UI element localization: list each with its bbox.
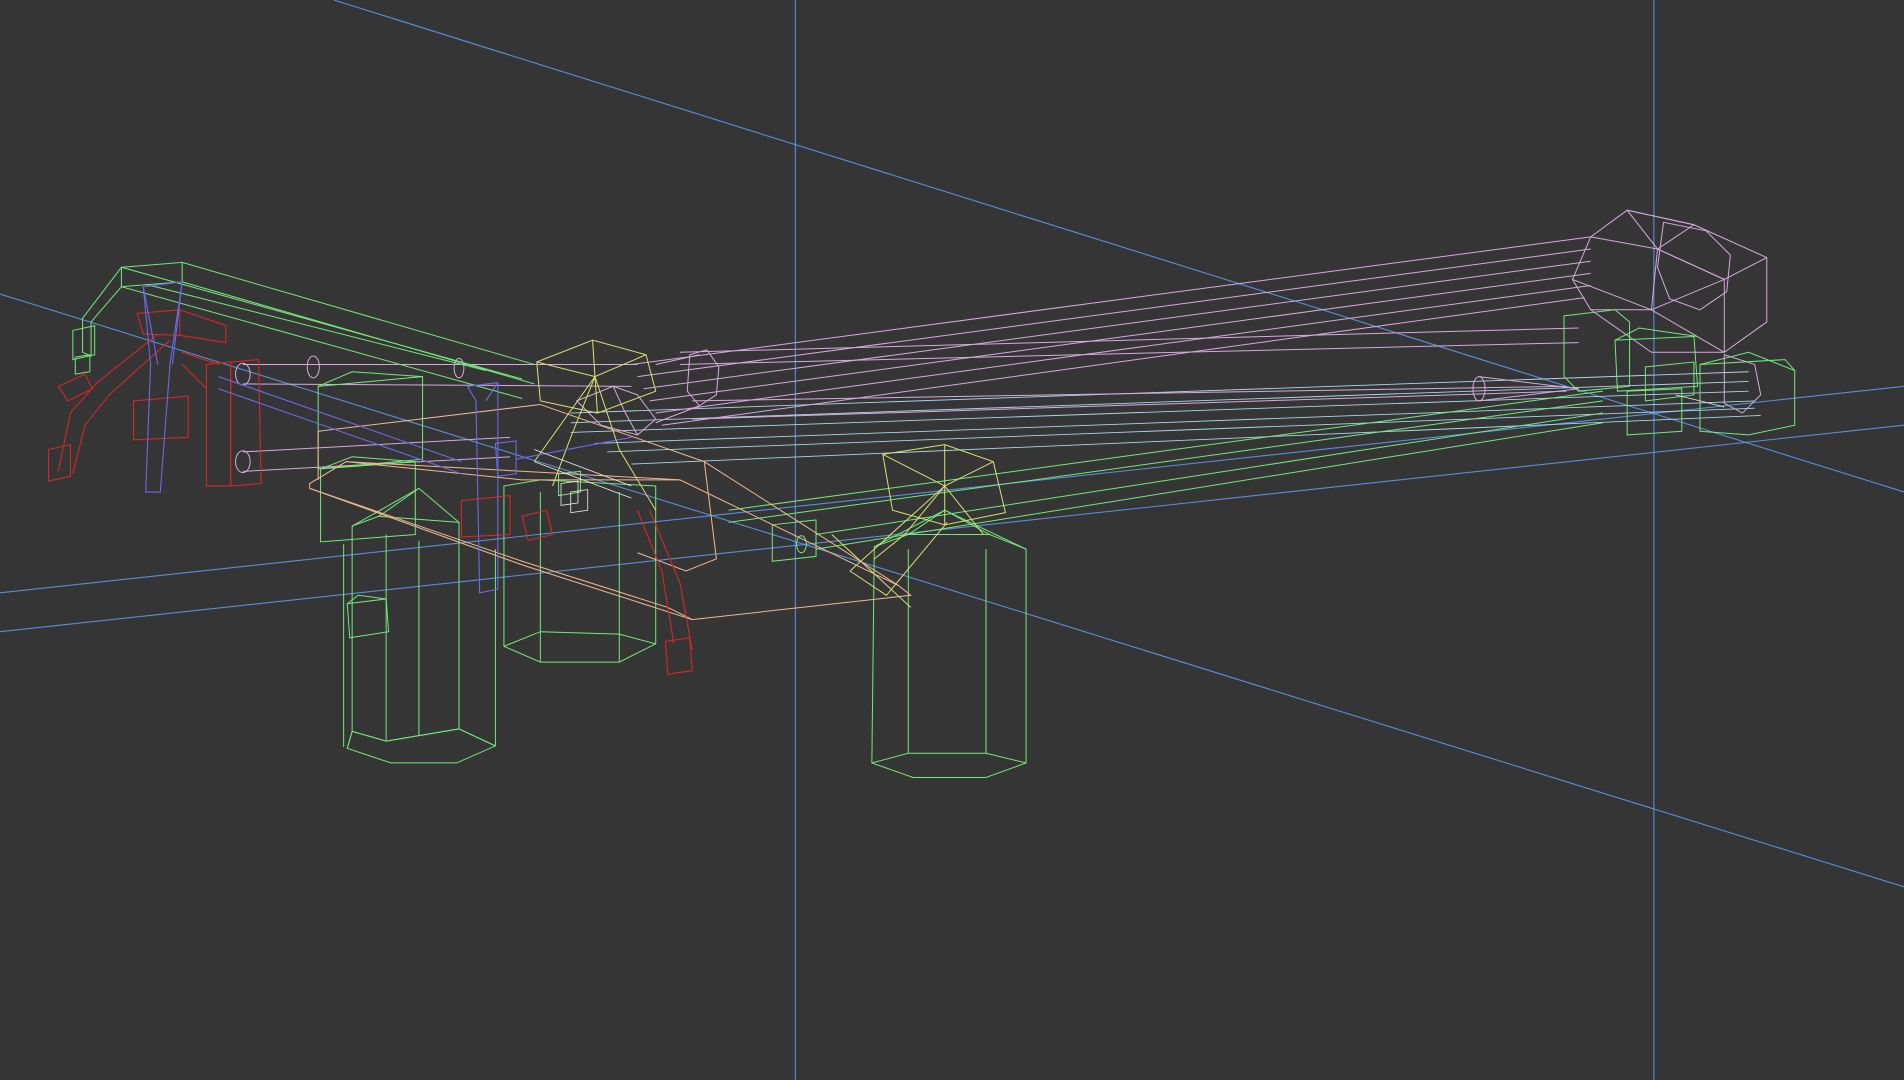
3d-viewport-canvas[interactable] (0, 0, 1904, 1080)
grid-line-back-diagonal (334, 0, 1904, 492)
wireframe-scene (0, 0, 1904, 1080)
grid-line-horizon-a (0, 386, 1904, 593)
grid-line-front-diagonal (0, 294, 1904, 887)
grid-axes (0, 0, 1904, 1080)
platform-plate (310, 405, 911, 620)
light-tripods (534, 340, 1005, 607)
gripper-blue (143, 282, 631, 593)
grid-line-horizon-b (0, 425, 1904, 632)
base-frame (73, 262, 1795, 777)
